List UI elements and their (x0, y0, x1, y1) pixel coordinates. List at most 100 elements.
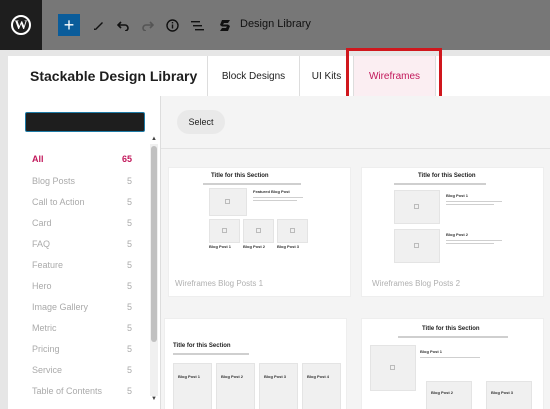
category-count: 5 (126, 302, 132, 312)
info-icon[interactable] (163, 15, 181, 35)
image-placeholder (394, 190, 440, 224)
wireframe-post-title: Blog Post 3 (264, 374, 287, 379)
editor-toolbar: W + Design Library (0, 0, 550, 50)
add-block-button[interactable]: + (58, 14, 80, 36)
category-name: FAQ (32, 239, 51, 249)
redo-icon[interactable] (138, 15, 156, 35)
scroll-up-icon[interactable]: ▲ (150, 136, 158, 142)
image-placeholder (209, 219, 240, 243)
divider (161, 148, 550, 149)
sidebar-scrollbar[interactable]: ▲ ▼ (150, 136, 158, 402)
wireframe-post-title: Blog Post 2 (221, 374, 244, 379)
wireframe-heading: Title for this Section (211, 173, 269, 179)
card-title: Wireframes Blog Posts 2 (372, 279, 461, 288)
category-name: Metric (32, 323, 57, 333)
wireframe-post-title: Blog Post 1 (209, 244, 232, 249)
category-count: 65 (121, 154, 132, 164)
image-placeholder (243, 219, 274, 243)
wordpress-icon: W (11, 15, 31, 35)
search-input[interactable] (25, 112, 145, 132)
sidebar-item-faq[interactable]: FAQ 5 (32, 239, 132, 253)
design-card[interactable]: Title for this Section Blog Post 1 Blog … (164, 318, 347, 409)
wireframe-text-line (253, 197, 303, 198)
image-placeholder (370, 345, 416, 391)
wireframe-text-line (446, 240, 502, 241)
modal-title: Stackable Design Library (30, 68, 198, 84)
scrollbar-thumb[interactable] (151, 146, 157, 342)
sidebar-item-hero[interactable]: Hero 5 (32, 281, 132, 295)
sidebar-item-all[interactable]: All 65 (32, 154, 132, 168)
list-view-icon[interactable] (188, 15, 206, 35)
image-placeholder (394, 229, 440, 263)
card-title: Wireframes Blog Posts 1 (175, 279, 264, 288)
wireframe-heading: Title for this Section (418, 173, 476, 179)
sidebar-item-pricing[interactable]: Pricing 5 (32, 344, 132, 358)
wireframes-grid: Select Title for this Section Featured B… (161, 96, 550, 409)
wireframe-text-line (253, 200, 297, 201)
wireframe-text-line (446, 204, 494, 205)
wireframe-post-title: Blog Post 3 (491, 390, 514, 395)
category-name: Blog Posts (32, 176, 76, 186)
category-count: 5 (126, 197, 132, 207)
tab-block-designs[interactable]: Block Designs (207, 56, 299, 96)
category-name: Feature (32, 260, 64, 270)
wireframe-post-title: Blog Post 1 (178, 374, 201, 379)
wireframe-post-title: Featured Blog Post (253, 189, 290, 194)
highlight-box (346, 48, 442, 102)
post-card: Blog Post 2 (216, 363, 255, 409)
design-card[interactable]: Title for this Section Blog Post 1 Blog … (361, 167, 544, 297)
image-placeholder (209, 188, 247, 216)
wireframe-post-title: Blog Post 2 (243, 244, 266, 249)
post-card: Blog Post 4 (302, 363, 341, 409)
wireframe-heading: Title for this Section (422, 326, 480, 332)
sidebar-item-card[interactable]: Card 5 (32, 218, 132, 232)
sidebar-item-feature[interactable]: Feature 5 (32, 260, 132, 274)
wireframe-post-title: Blog Post 2 (431, 390, 454, 395)
wireframe-post-title: Blog Post 4 (307, 374, 330, 379)
design-library-button[interactable]: Design Library (240, 18, 311, 30)
sidebar-item-blog-posts[interactable]: Blog Posts 5 (32, 176, 132, 190)
category-count: 5 (126, 218, 132, 228)
category-sidebar: All 65 Blog Posts 5 Call to Action 5 Card 5 … (8, 96, 161, 409)
wireframe-text-line (203, 183, 301, 185)
category-count: 5 (126, 365, 132, 375)
sidebar-item-call-to-action[interactable]: Call to Action 5 (32, 197, 132, 211)
undo-icon[interactable] (114, 15, 132, 35)
wireframe-text-line (446, 201, 502, 202)
design-card[interactable]: Title for this Section Blog Post 1 Blog … (361, 318, 544, 409)
category-count: 5 (126, 260, 132, 270)
sidebar-item-metric[interactable]: Metric 5 (32, 323, 132, 337)
post-card: Blog Post 2 (426, 381, 472, 409)
wordpress-logo[interactable]: W (0, 0, 42, 50)
category-count: 5 (126, 281, 132, 291)
image-placeholder (277, 219, 308, 243)
sidebar-item-table-of-contents[interactable]: Table of Contents 5 (32, 386, 132, 400)
wireframe-text-line (173, 353, 249, 355)
tab-ui-kits[interactable]: UI Kits (299, 56, 353, 96)
wireframe-post-title: Blog Post 1 (420, 349, 443, 354)
wireframe-text-line (446, 243, 494, 244)
scroll-down-icon[interactable]: ▼ (150, 396, 158, 402)
wireframe-text-line (420, 357, 480, 358)
category-count: 5 (126, 176, 132, 186)
wireframe-post-title: Blog Post 1 (446, 193, 469, 198)
category-count: 5 (126, 344, 132, 354)
select-button[interactable]: Select (177, 110, 225, 134)
design-card[interactable]: Title for this Section Featured Blog Pos… (168, 167, 351, 297)
category-count: 5 (126, 386, 132, 396)
sidebar-item-image-gallery[interactable]: Image Gallery 5 (32, 302, 132, 316)
post-card: Blog Post 3 (259, 363, 298, 409)
post-card: Blog Post 3 (486, 381, 532, 409)
category-count: 5 (126, 323, 132, 333)
post-card: Blog Post 1 (173, 363, 212, 409)
wireframe-post-title: Blog Post 2 (446, 232, 469, 237)
wireframe-post-title: Blog Post 3 (277, 244, 300, 249)
wireframe-heading: Title for this Section (173, 343, 231, 349)
wireframe-text-line (394, 183, 486, 185)
wireframe-text-line (398, 336, 508, 338)
category-name: All (32, 154, 44, 164)
category-name: Pricing (32, 344, 60, 354)
stackable-icon[interactable] (216, 15, 234, 35)
sidebar-item-service[interactable]: Service 5 (32, 365, 132, 379)
pencil-icon[interactable] (90, 15, 108, 35)
